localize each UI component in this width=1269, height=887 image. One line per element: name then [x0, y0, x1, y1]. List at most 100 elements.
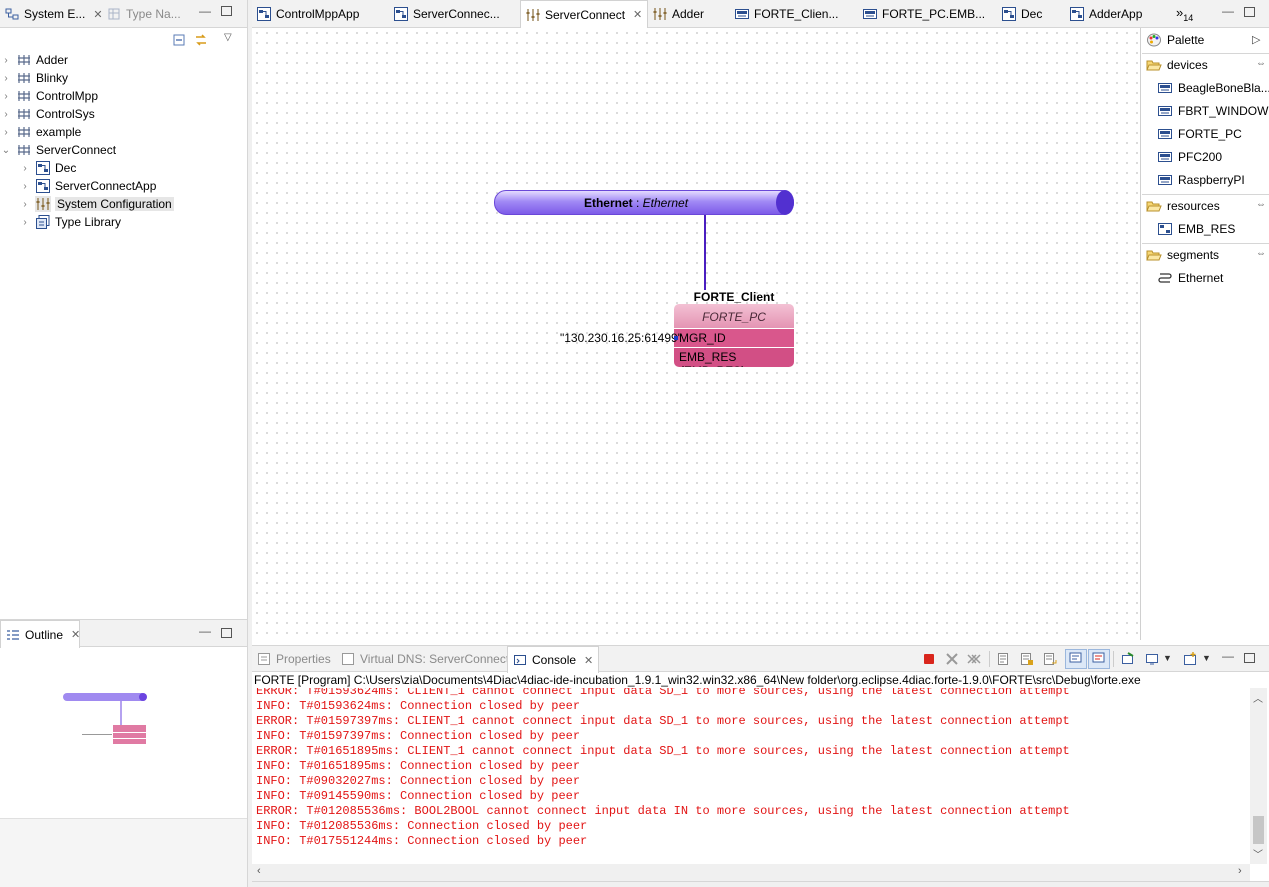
tab-outline[interactable]: Outline ✕ [0, 620, 80, 648]
tab-label: AdderApp [1089, 7, 1143, 21]
chevron-right-icon[interactable]: › [0, 127, 12, 138]
pin-console-icon[interactable] [1120, 651, 1136, 667]
tab-virtual-dns[interactable]: Virtual DNS: ServerConnect [336, 646, 513, 672]
remove-all-terminated-icon[interactable] [966, 651, 982, 667]
tree-item-blinky[interactable]: › Blinky [0, 69, 68, 87]
view-menu-icon[interactable]: ▽ [224, 32, 232, 43]
outline-thumbnail[interactable] [0, 648, 247, 818]
tree-item-controlsys[interactable]: › ControlSys [0, 105, 94, 123]
maximize-icon[interactable] [1244, 653, 1255, 663]
scrollbar-thumb[interactable] [1253, 816, 1264, 844]
device-resource-row[interactable]: EMB_RES (EMB_RES) [674, 348, 794, 367]
display-selected-console-icon[interactable] [1144, 651, 1160, 667]
scroll-left-icon[interactable]: ‹ [257, 865, 261, 877]
palette-drawer-resources[interactable]: resources ⇔ [1146, 195, 1269, 217]
chevron-right-icon[interactable]: › [0, 73, 12, 84]
device-type-header: FORTE_PC [674, 304, 794, 328]
drawer-pin-icon[interactable]: ⇔ [1256, 199, 1266, 210]
palette-item-emb-res[interactable]: EMB_RES [1157, 219, 1235, 239]
minimize-icon[interactable]: — [1222, 4, 1234, 18]
palette-item-beaglebone[interactable]: BeagleBoneBla... [1157, 78, 1269, 98]
device-resource-type: (EMB_RES) [679, 364, 744, 367]
word-wrap-icon[interactable] [1042, 651, 1058, 667]
palette-hide-icon[interactable]: ▷ [1252, 33, 1260, 46]
palette-item-pfc200[interactable]: PFC200 [1157, 147, 1222, 167]
palette-item-forte-pc[interactable]: FORTE_PC [1157, 124, 1242, 144]
clear-console-icon[interactable] [996, 651, 1012, 667]
scroll-down-icon[interactable]: ﹀ [1253, 846, 1263, 861]
drawer-pin-icon[interactable]: ⇔ [1256, 58, 1266, 69]
device-forte-client[interactable]: FORTE_PC MGR_ID EMB_RES (EMB_RES) [674, 304, 794, 367]
segment-ethernet[interactable]: Ethernet : Ethernet [494, 190, 794, 215]
console-vertical-scrollbar[interactable]: ︿ ﹀ [1250, 688, 1267, 864]
tab-serverconnect[interactable]: ServerConnect ✕ [520, 0, 648, 28]
minimize-icon[interactable]: — [1222, 649, 1234, 663]
chevron-right-icon[interactable]: › [0, 55, 12, 66]
tab-adder[interactable]: Adder [648, 0, 708, 28]
tab-type-navigator[interactable]: Type Na... [102, 0, 188, 28]
chevron-right-icon[interactable]: › [19, 217, 31, 228]
tree-item-serverconnectapp[interactable]: › ServerConnectApp [19, 177, 156, 195]
tree-item-type-library[interactable]: › Type Library [19, 213, 121, 231]
terminate-icon[interactable] [921, 651, 937, 667]
tree-item-dec[interactable]: › Dec [19, 159, 76, 177]
tab-dec[interactable]: Dec [997, 0, 1046, 28]
chevron-right-icon[interactable]: › [19, 181, 31, 192]
chevron-right-icon[interactable]: › [19, 163, 31, 174]
scroll-up-icon[interactable]: ︿ [1253, 690, 1263, 705]
close-icon[interactable]: ✕ [71, 628, 80, 641]
tab-console[interactable]: Console ✕ [507, 646, 599, 673]
tree-item-adder[interactable]: › Adder [0, 51, 68, 69]
collapse-all-icon[interactable] [171, 32, 187, 48]
chevron-right-icon[interactable]: › [0, 109, 12, 120]
segment-link[interactable] [704, 215, 706, 290]
maximize-icon[interactable] [1244, 7, 1255, 17]
palette-item-ethernet[interactable]: Ethernet [1157, 268, 1223, 288]
tab-overflow-button[interactable]: »14 [1176, 5, 1193, 23]
tree-item-example[interactable]: › example [0, 123, 81, 141]
console-line-error: ERROR: T#012085536ms: BOOL2BOOL cannot c… [256, 804, 1070, 818]
console-line-info: INFO: T#09032027ms: Connection closed by… [256, 774, 581, 788]
tab-serverconnectapp[interactable]: ServerConnec... [389, 0, 504, 28]
drawer-pin-icon[interactable]: ⇔ [1256, 248, 1266, 259]
tab-system-explorer[interactable]: System E... ✕ [0, 0, 103, 28]
system-explorer-tabbar: System E... ✕ Type Na... — [0, 0, 247, 28]
scroll-lock-icon[interactable] [1019, 651, 1035, 667]
chevron-down-icon[interactable]: ⌄ [0, 145, 12, 156]
remove-launch-icon[interactable] [944, 651, 960, 667]
minimize-icon[interactable]: — [199, 4, 211, 18]
device-instance-name: FORTE_Client [693, 290, 775, 304]
dropdown-arrow-icon[interactable]: ▼ [1163, 653, 1172, 663]
show-on-stderr-icon[interactable] [1088, 649, 1110, 669]
close-icon[interactable]: ✕ [633, 8, 642, 21]
palette-item-fbrt-window[interactable]: FBRT_WINDOW [1157, 101, 1268, 121]
close-icon[interactable]: ✕ [584, 654, 593, 667]
chevron-right-icon[interactable]: › [19, 199, 31, 210]
param-value[interactable]: "130.230.16.25:61499" [560, 331, 682, 345]
palette-drawer-segments[interactable]: segments ⇔ [1146, 244, 1269, 266]
segment-label: Ethernet : Ethernet [495, 196, 777, 210]
tab-adderapp[interactable]: AdderApp [1065, 0, 1146, 28]
palette-item-raspberrypi[interactable]: RaspberryPI [1157, 170, 1245, 190]
system-icon [16, 124, 32, 140]
dropdown-arrow-icon[interactable]: ▼ [1202, 653, 1211, 663]
maximize-icon[interactable] [221, 6, 232, 16]
show-on-stdout-icon[interactable] [1065, 649, 1087, 669]
maximize-icon[interactable] [221, 628, 232, 638]
tab-controlmppapp[interactable]: ControlMppApp [252, 0, 363, 28]
chevron-right-icon[interactable]: › [0, 91, 12, 102]
device-param-row[interactable]: MGR_ID [674, 329, 794, 347]
tree-item-label: Adder [36, 53, 69, 67]
open-console-icon[interactable] [1182, 651, 1198, 667]
tab-forte-pc-emb[interactable]: FORTE_PC.EMB... [858, 0, 989, 28]
tree-item-controlmpp[interactable]: › ControlMpp [0, 87, 98, 105]
tree-item-serverconnect[interactable]: ⌄ ServerConnect [0, 141, 116, 159]
tab-forte-client[interactable]: FORTE_Clien... [730, 0, 842, 28]
minimize-icon[interactable]: — [199, 624, 211, 638]
tab-properties[interactable]: Properties [252, 646, 335, 672]
scroll-right-icon[interactable]: › [1238, 865, 1242, 877]
link-with-editor-icon[interactable] [193, 32, 209, 48]
console-horizontal-scrollbar[interactable]: ‹ › [252, 864, 1250, 881]
palette-drawer-devices[interactable]: devices ⇔ [1146, 54, 1269, 76]
tree-item-system-configuration[interactable]: › System Configuration [19, 195, 174, 213]
